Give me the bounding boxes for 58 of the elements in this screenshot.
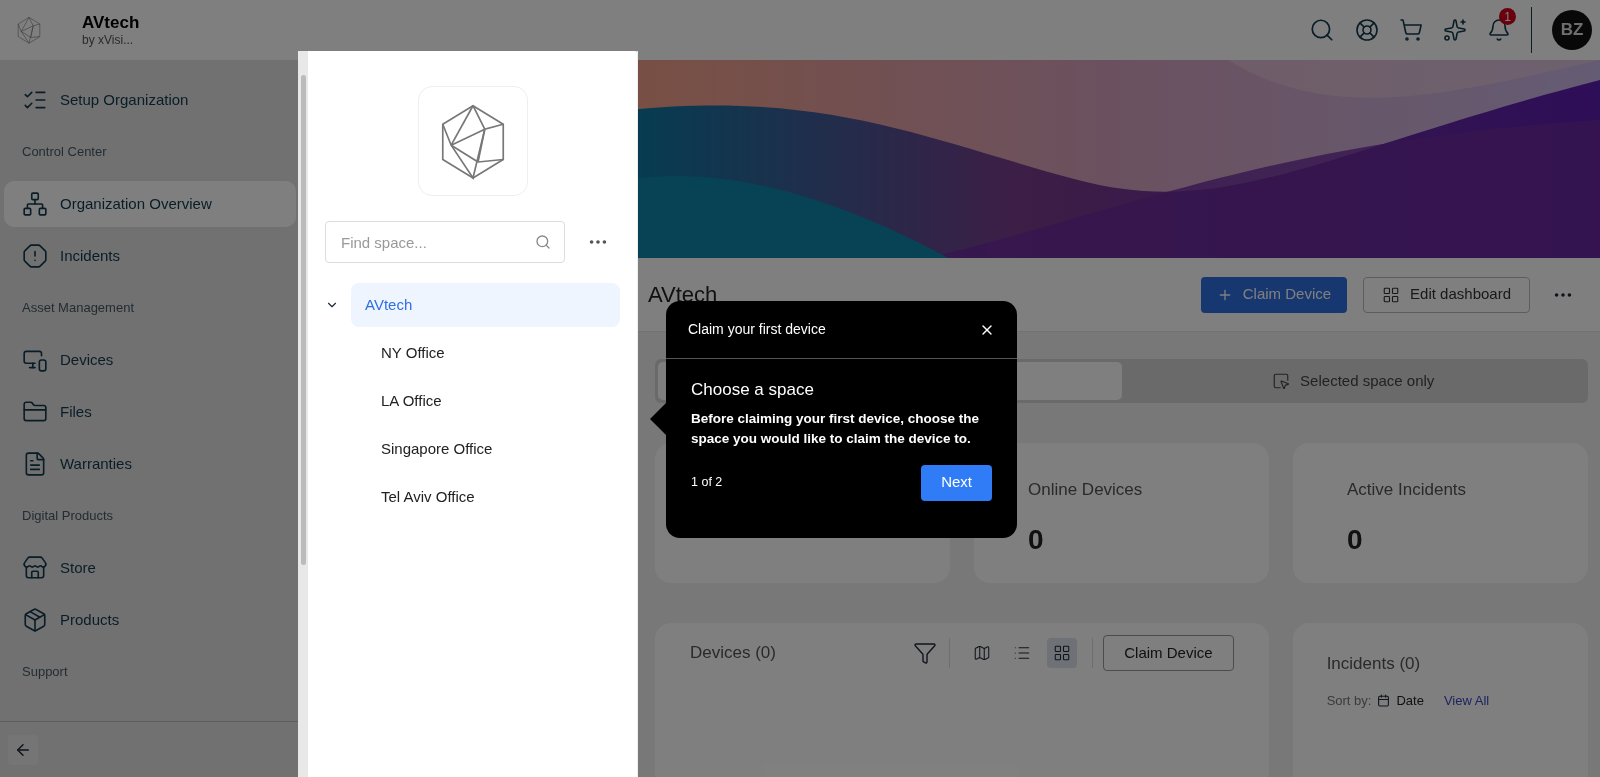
search-icon[interactable] <box>1309 17 1335 43</box>
next-button[interactable]: Next <box>921 464 992 501</box>
sort-label: Sort by: <box>1326 691 1372 710</box>
grid-plus-icon <box>1382 285 1401 304</box>
stat-value: 0 <box>1028 522 1045 557</box>
sort-value[interactable]: Date <box>1396 690 1424 710</box>
sidebar-section-label: Control Center <box>21 143 108 162</box>
popover-title: Claim your first device <box>688 320 826 339</box>
sidebar-item[interactable]: Store <box>4 545 296 591</box>
network-icon <box>22 191 48 217</box>
sidebar-item[interactable]: Warranties <box>4 441 296 487</box>
grid-icon <box>1053 644 1072 662</box>
find-space-field[interactable]: Find space... <box>325 221 565 263</box>
stat-value: 0 <box>1347 522 1364 557</box>
app-name: AVtech <box>82 11 140 34</box>
card-title: Devices (0) <box>690 642 776 665</box>
card-title: Incidents (0) <box>1326 653 1422 675</box>
box-icon <box>22 607 48 633</box>
sidebar-item[interactable]: Setup Organization <box>4 77 296 123</box>
help-icon[interactable] <box>1355 18 1379 42</box>
store-icon <box>22 555 48 581</box>
filter-icon[interactable] <box>913 641 938 665</box>
sidebar-item[interactable]: Products <box>4 597 296 643</box>
sidebar-item[interactable]: Organization Overview <box>4 181 296 227</box>
stat-title: Active Incidents <box>1347 479 1468 501</box>
view-all-link[interactable]: View All <box>1443 690 1490 710</box>
alert-icon <box>22 243 48 269</box>
popover-text: Before claiming your first device, choose the space you would like to claim the device to. <box>691 409 981 448</box>
cursor-square-icon <box>1272 372 1291 390</box>
scope-tab[interactable]: Selected space only <box>1121 362 1585 400</box>
stat-title: Online Devices <box>1028 479 1144 501</box>
search-icon <box>535 234 551 250</box>
step-counter: 1 of 2 <box>691 474 723 492</box>
space-tree-item[interactable]: NY Office <box>351 331 620 375</box>
sparkles-icon[interactable] <box>1443 18 1467 42</box>
sidebar-section-label: Asset Management <box>21 299 135 318</box>
sidebar-section-label: Support <box>21 663 69 682</box>
space-tree-item[interactable]: AVtech <box>351 283 620 327</box>
space-tree-item[interactable]: LA Office <box>351 379 620 423</box>
space-tree-item[interactable]: Tel Aviv Office <box>351 475 620 519</box>
space-tree-item[interactable]: Singapore Office <box>351 427 620 471</box>
map-icon <box>973 644 992 662</box>
claim-device-button[interactable]: Claim Device <box>1200 276 1348 313</box>
sidebar-item[interactable]: Devices <box>4 337 296 383</box>
app-subtitle: by xVisi... <box>82 33 135 49</box>
collapse-sidebar-button[interactable] <box>8 734 38 765</box>
edit-dashboard-button[interactable]: Edit dashboard <box>1363 276 1530 313</box>
list-icon <box>1013 644 1032 662</box>
cart-icon[interactable] <box>1399 18 1423 42</box>
calendar-icon <box>1377 693 1391 707</box>
sidebar-item[interactable]: Files <box>4 389 296 435</box>
sidebar-item[interactable]: Incidents <box>4 233 296 279</box>
grid-view-button[interactable] <box>1047 638 1078 668</box>
sidebar-section-label: Digital Products <box>21 507 115 526</box>
notification-badge: 1 <box>1499 8 1516 25</box>
user-avatar[interactable]: BZ <box>1552 10 1592 50</box>
claim-device-button[interactable]: Claim Device <box>1103 635 1234 671</box>
popover-heading: Choose a space <box>691 379 815 401</box>
